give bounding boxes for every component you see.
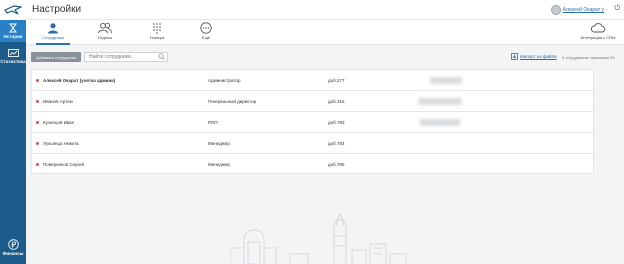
sidebar-item-label: Статистика <box>0 58 26 64</box>
employee-extension: доб.784 <box>328 141 345 146</box>
employee-name: Лукьянца Никита <box>43 141 79 146</box>
sidebar-item-history[interactable]: История <box>0 20 26 42</box>
employee-extension: доб.783 <box>328 120 345 125</box>
cloud-icon <box>590 23 606 33</box>
tab-label: Сотрудники <box>42 35 64 40</box>
table-row[interactable]: Поверенков Сергей Менеджер доб.785 <box>32 154 593 175</box>
ruble-icon <box>7 238 19 250</box>
app-window: История Статистика Финансы Настройки Але… <box>0 0 624 264</box>
employee-role: Менеджер <box>208 162 230 167</box>
status-dot <box>36 163 39 166</box>
tab-numbers[interactable]: Номера <box>142 22 172 44</box>
tab-employees[interactable]: Сотрудники <box>38 22 68 44</box>
employee-name: Кузнецов Иван <box>43 120 75 125</box>
tab-label: Отделы <box>97 35 113 40</box>
employee-extension: доб.785 <box>328 162 345 167</box>
keypad-icon <box>153 23 161 34</box>
tab-label: Номера <box>149 35 165 40</box>
logo-icon <box>4 5 22 15</box>
table-row[interactable]: Алексей Окарат (учетка админа) Администр… <box>32 70 593 91</box>
user-name[interactable]: Алексей Окарат у <box>563 7 604 13</box>
sidebar-item-label: Финансы <box>2 250 24 256</box>
sidebar-item-statistics[interactable]: Статистика <box>0 45 26 67</box>
avatar[interactable] <box>550 5 561 15</box>
employee-role: Администратор <box>208 78 241 83</box>
blurred-phone <box>420 119 460 126</box>
tab-label: Интеграция с CRM <box>580 35 616 40</box>
status-dot <box>36 79 39 82</box>
sidebar-item-finance[interactable]: Финансы <box>0 236 26 258</box>
employees-table: Алексей Окарат (учетка админа) Администр… <box>31 69 594 174</box>
employee-extension: доб.315 <box>328 99 345 104</box>
chart-icon <box>7 48 19 57</box>
employee-name: Иванов Артем <box>43 99 73 104</box>
tab-more[interactable]: Ещё <box>191 22 221 44</box>
search-input[interactable] <box>84 52 168 62</box>
table-row[interactable]: Иванов Артем Генеральный директор доб.31… <box>32 91 593 112</box>
employee-role: РОП <box>208 120 218 125</box>
import-icon <box>511 53 518 60</box>
blurred-phone <box>418 98 462 105</box>
tab-label: Ещё <box>201 35 211 40</box>
city-skyline-illustration <box>230 212 407 264</box>
blurred-phone <box>430 77 462 84</box>
users-icon <box>98 22 112 34</box>
page-title: Настройки <box>32 4 82 15</box>
employee-extension: доб.277 <box>328 78 345 83</box>
status-dot <box>36 121 39 124</box>
table-row[interactable]: Лукьянца Никита Менеджер доб.784 <box>32 133 593 154</box>
tab-crm-integration[interactable]: Интеграция с CRM <box>578 22 618 44</box>
table-row[interactable]: Кузнецов Иван РОП доб.783 <box>32 112 593 133</box>
header: Настройки Алексей Окарат у ⏻ <box>26 0 624 20</box>
status-dot <box>36 100 39 103</box>
power-icon[interactable]: ⏻ <box>614 5 620 13</box>
status-dot <box>36 142 39 145</box>
user-menu[interactable]: Алексей Окарат у <box>550 5 604 15</box>
tab-bar: Сотрудники Отделы Номера Ещё Интеграция … <box>26 20 624 45</box>
toolbar: Добавить сотрудника Импорт из файла 5 со… <box>26 45 624 67</box>
sidebar: История Статистика Финансы <box>0 0 26 264</box>
employee-name: Поверенков Сергей <box>43 162 85 167</box>
employee-role: Генеральный директор <box>208 99 257 104</box>
search-icon[interactable] <box>158 53 165 60</box>
hourglass-icon <box>9 23 17 33</box>
import-link[interactable]: Импорт из файла <box>520 54 557 59</box>
tab-departments[interactable]: Отделы <box>90 22 120 44</box>
employee-count: 5 сотрудников, максимум 20 <box>562 55 615 60</box>
user-icon <box>48 23 58 34</box>
employee-name: Алексей Окарат (учетка админа) <box>43 78 116 83</box>
logo[interactable] <box>0 0 26 20</box>
import-from-file[interactable]: Импорт из файла <box>511 53 557 60</box>
employee-role: Менеджер <box>208 141 230 146</box>
more-icon <box>200 22 212 34</box>
sidebar-item-label: История <box>3 34 23 39</box>
add-employee-button[interactable]: Добавить сотрудника <box>31 52 81 62</box>
